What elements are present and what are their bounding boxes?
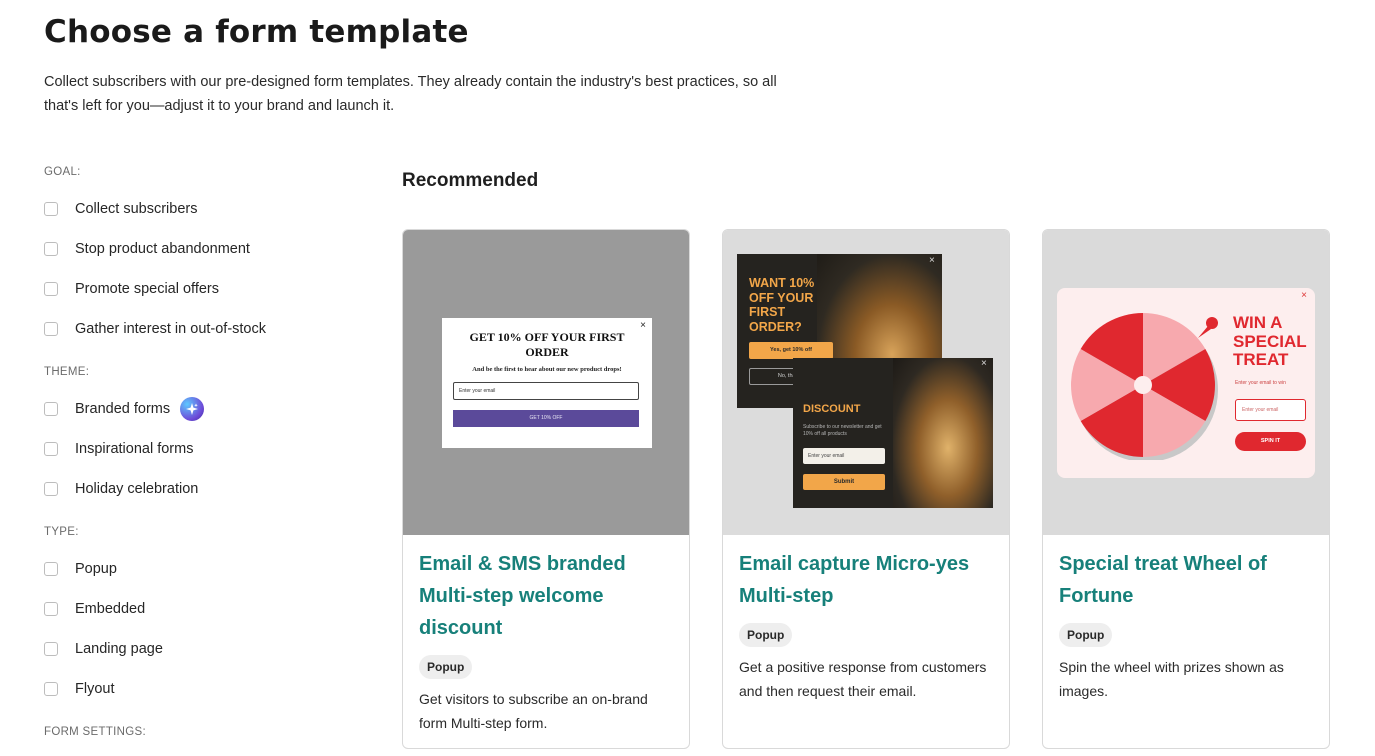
filter-branded-forms[interactable]: Branded forms	[44, 397, 205, 421]
preview-email-input: Enter your email	[803, 448, 885, 464]
card-title: Special treat Wheel of Fortune	[1059, 553, 1267, 607]
filter-promote-special-offers[interactable]: Promote special offers	[44, 278, 219, 300]
template-card-special-treat-wheel[interactable]: × WIN A SPECIAL TREAT Enter your email t…	[1042, 229, 1330, 749]
card-description: Get visitors to subscribe an on-brand fo…	[419, 691, 648, 731]
filter-stop-product-abandonment[interactable]: Stop product abandonment	[44, 238, 250, 260]
template-card-email-sms-branded[interactable]: × GET 10% OFF YOUR FIRST ORDER And be th…	[402, 229, 690, 749]
type-badge: Popup	[419, 655, 473, 679]
checkbox[interactable]	[44, 322, 58, 336]
filter-label: Branded forms	[75, 401, 171, 417]
sparkle-icon	[180, 397, 205, 421]
filter-inspirational-forms[interactable]: Inspirational forms	[44, 438, 193, 460]
recommended-heading: Recommended	[402, 170, 539, 191]
filter-embedded[interactable]: Embedded	[44, 598, 145, 620]
card-description: Spin the wheel with prizes shown as imag…	[1059, 659, 1284, 699]
checkbox[interactable]	[44, 242, 58, 256]
preview-button: GET 10% OFF	[453, 410, 639, 427]
filter-label: Popup	[75, 561, 117, 577]
type-badge: Popup	[739, 623, 793, 647]
close-icon: ×	[1301, 290, 1307, 301]
filter-flyout[interactable]: Flyout	[44, 678, 115, 700]
preview-photo	[893, 358, 993, 508]
template-preview: × GET 10% OFF YOUR FIRST ORDER And be th…	[403, 230, 689, 535]
theme-section-label: THEME:	[44, 366, 90, 378]
checkbox[interactable]	[44, 642, 58, 656]
close-icon: ×	[981, 358, 987, 369]
checkbox[interactable]	[44, 282, 58, 296]
filter-label: Inspirational forms	[75, 441, 194, 457]
page-description: Collect subscribers with our pre-designe…	[44, 74, 777, 114]
filter-label: Holiday celebration	[75, 481, 199, 497]
filter-popup[interactable]: Popup	[44, 558, 117, 580]
filter-holiday-celebration[interactable]: Holiday celebration	[44, 478, 198, 500]
checkbox[interactable]	[44, 602, 58, 616]
filter-label: Gather interest in out-of-stock	[75, 321, 266, 337]
checkbox[interactable]	[44, 202, 58, 216]
filter-gather-interest-out-of-stock[interactable]: Gather interest in out-of-stock	[44, 318, 266, 340]
filter-label: Landing page	[75, 641, 163, 657]
template-preview: × WANT 10% OFF YOUR FIRST ORDER? Yes, ge…	[723, 230, 1009, 535]
filter-collect-subscribers[interactable]: Collect subscribers	[44, 198, 198, 220]
preview-step1-headline: WANT 10% OFF YOUR FIRST ORDER?	[749, 276, 815, 334]
preview-step2-subline: Subscribe to our newsletter and get 10% …	[803, 424, 882, 437]
preview-step2-headline: DISCOUNT	[803, 403, 861, 415]
preview-headline: GET 10% OFF YOUR FIRST ORDER	[469, 330, 625, 359]
template-card-email-capture-micro-yes[interactable]: × WANT 10% OFF YOUR FIRST ORDER? Yes, ge…	[722, 229, 1010, 749]
filter-label: Collect subscribers	[75, 201, 198, 217]
checkbox[interactable]	[44, 682, 58, 696]
preview-popup: × WIN A SPECIAL TREAT Enter your email t…	[1057, 288, 1315, 478]
close-icon: ×	[929, 255, 935, 266]
checkbox[interactable]	[44, 442, 58, 456]
card-title: Email & SMS branded Multi-step welcome d…	[419, 553, 626, 639]
card-title: Email capture Micro-yes Multi-step	[739, 553, 970, 607]
filter-label: Promote special offers	[75, 281, 219, 297]
wheel-pointer-icon	[1198, 317, 1218, 338]
preview-spin-button: SPIN IT	[1235, 432, 1306, 451]
preview-yes-button: Yes, get 10% off	[749, 342, 833, 359]
type-section-label: TYPE:	[44, 526, 79, 538]
preview-subline: And be the first to hear about our new p…	[472, 366, 622, 373]
checkbox[interactable]	[44, 562, 58, 576]
preview-email-input: Enter your email	[1235, 399, 1306, 421]
preview-submit-button: Submit	[803, 474, 885, 490]
filter-label: Stop product abandonment	[75, 241, 250, 257]
preview-headline: WIN A SPECIAL TREAT	[1233, 313, 1307, 369]
card-description: Get a positive response from customers a…	[739, 659, 987, 699]
preview-subline: Enter your email to win	[1235, 380, 1286, 386]
filter-landing-page[interactable]: Landing page	[44, 638, 163, 660]
checkbox[interactable]	[44, 482, 58, 496]
filter-label: Flyout	[75, 681, 115, 697]
checkbox[interactable]	[44, 402, 58, 416]
preview-email-input: Enter your email	[453, 382, 639, 400]
type-badge: Popup	[1059, 623, 1113, 647]
template-preview: × WIN A SPECIAL TREAT Enter your email t…	[1043, 230, 1329, 535]
goal-section-label: GOAL:	[44, 166, 81, 178]
page-title: Choose a form template	[44, 14, 469, 50]
filter-label: Embedded	[75, 601, 146, 617]
form-settings-section-label: FORM SETTINGS:	[44, 726, 146, 738]
preview-popup: × GET 10% OFF YOUR FIRST ORDER And be th…	[442, 318, 652, 448]
